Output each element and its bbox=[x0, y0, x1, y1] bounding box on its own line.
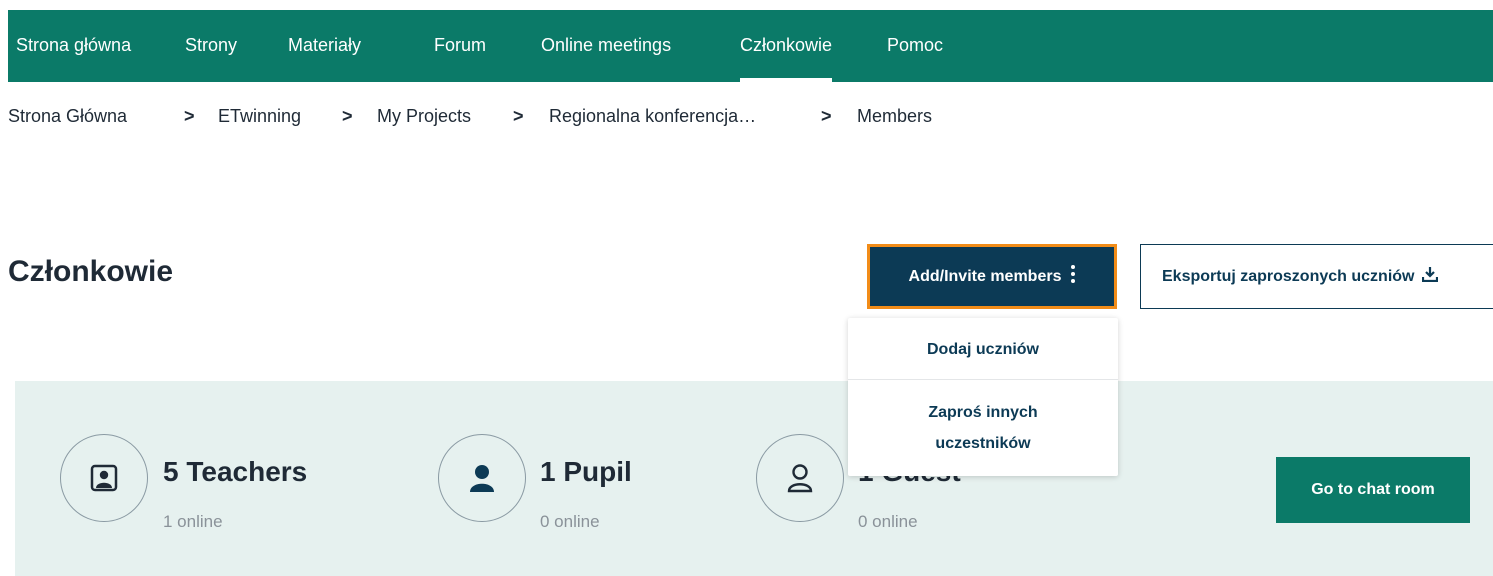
teacher-icon bbox=[60, 434, 148, 522]
pupils-count: 1 Pupil bbox=[540, 456, 632, 487]
add-invite-members-label: Add/Invite members bbox=[908, 267, 1062, 285]
dropdown-divider bbox=[848, 379, 1118, 380]
breadcrumb-separator: > bbox=[821, 106, 832, 126]
page-title: Członkowie bbox=[8, 255, 174, 288]
pupils-online: 0 online bbox=[540, 512, 600, 531]
teachers-online: 1 online bbox=[163, 512, 223, 531]
guests-online: 0 online bbox=[858, 512, 918, 531]
dropdown-item-invite-participants[interactable]: Zaproś innych uczestników bbox=[848, 397, 1118, 459]
nav-item-forum[interactable]: Forum bbox=[434, 10, 486, 82]
dropdown-item-invite-line2: uczestników bbox=[935, 435, 1031, 452]
dropdown-item-invite-line1: Zaproś innych bbox=[928, 404, 1038, 421]
nav-item-online-meetings[interactable]: Online meetings bbox=[541, 10, 671, 82]
go-to-chat-room-button[interactable]: Go to chat room bbox=[1276, 457, 1470, 523]
nav-item-members[interactable]: Członkowie bbox=[740, 10, 833, 82]
breadcrumb-home[interactable]: Strona Główna bbox=[8, 106, 127, 127]
nav-item-pages[interactable]: Strony bbox=[185, 10, 237, 82]
download-icon bbox=[1422, 266, 1439, 287]
dropdown-item-add-pupils[interactable]: Dodaj uczniów bbox=[848, 334, 1118, 365]
export-invited-pupils-button[interactable]: Eksportuj zaproszonych uczniów bbox=[1140, 244, 1493, 309]
breadcrumb-etwinning[interactable]: ETwinning bbox=[218, 106, 301, 127]
breadcrumb-separator: > bbox=[184, 106, 195, 126]
breadcrumb-project[interactable]: Regionalna konferencja… bbox=[549, 106, 756, 127]
nav-item-materials[interactable]: Materiały bbox=[288, 10, 361, 82]
nav-item-help[interactable]: Pomoc bbox=[887, 10, 943, 82]
breadcrumb-my-projects[interactable]: My Projects bbox=[377, 106, 471, 127]
main-nav: Strona główna Strony Materiały Forum Onl… bbox=[8, 10, 1493, 82]
export-label: Eksportuj zaproszonych uczniów bbox=[1162, 267, 1415, 285]
teachers-count: 5 Teachers bbox=[163, 456, 308, 487]
add-invite-members-button[interactable]: Add/Invite members bbox=[867, 244, 1117, 309]
pupil-icon bbox=[438, 434, 526, 522]
breadcrumb-separator: > bbox=[342, 106, 353, 126]
members-stats-panel: 5 Teachers 1 online 1 Pupil 0 online 1 G… bbox=[15, 381, 1493, 576]
add-invite-dropdown-menu: Dodaj uczniów Zaproś innych uczestników bbox=[848, 318, 1118, 476]
kebab-menu-icon bbox=[1071, 265, 1076, 288]
guest-icon bbox=[756, 434, 844, 522]
nav-item-home[interactable]: Strona główna bbox=[16, 10, 131, 82]
breadcrumb-members: Members bbox=[857, 106, 933, 126]
breadcrumb-separator: > bbox=[513, 106, 524, 126]
